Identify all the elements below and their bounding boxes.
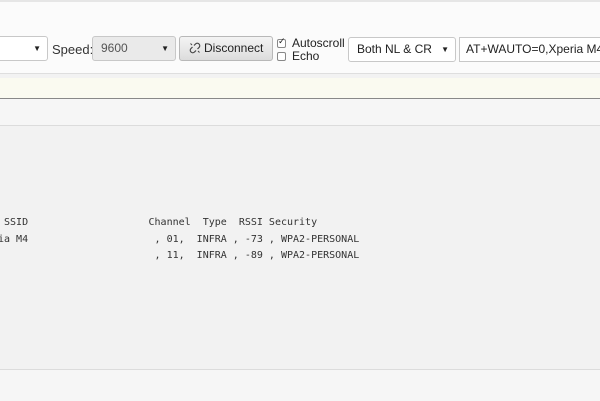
chevron-down-icon: ▼ [161,44,169,53]
port-select[interactable]: ▼ [0,36,48,61]
output-line: ia M4 , 01, INFRA , -73 , WPA2-PERSONAL [0,234,360,245]
disconnect-button[interactable]: Disconnect [179,36,273,61]
output-line: , 11, INFRA , -89 , WPA2-PERSONAL [0,250,360,261]
baud-rate-select[interactable]: 9600 ▼ [92,36,176,61]
autoscroll-label[interactable]: Autoscroll [292,36,345,50]
chevron-down-icon: ▼ [441,45,449,54]
baud-rate-value: 9600 [101,41,128,55]
speed-label: Speed: [52,42,94,57]
echo-label[interactable]: Echo [292,49,319,63]
line-ending-value: Both NL & CR [357,42,432,56]
disconnect-label: Disconnect [204,41,264,55]
serial-toolbar: ▼ Speed: 9600 ▼ Disconnect Autoscroll Ec… [0,2,600,74]
serial-output[interactable]: SSID Channel Type RSSI Security ia M4 , … [0,126,600,369]
command-input[interactable]: AT+WAUTO=0,Xperia M4 [459,37,600,62]
line-ending-select[interactable]: Both NL & CR ▼ [348,37,456,62]
autoscroll-checkbox[interactable] [277,36,286,48]
separator-panel [0,99,600,126]
chevron-down-icon: ▼ [33,44,41,53]
output-header-line: SSID Channel Type RSSI Security [0,217,318,228]
unlink-icon [189,39,201,54]
status-bar [0,78,600,99]
echo-checkbox[interactable] [277,52,286,61]
bottom-bar [0,369,600,401]
